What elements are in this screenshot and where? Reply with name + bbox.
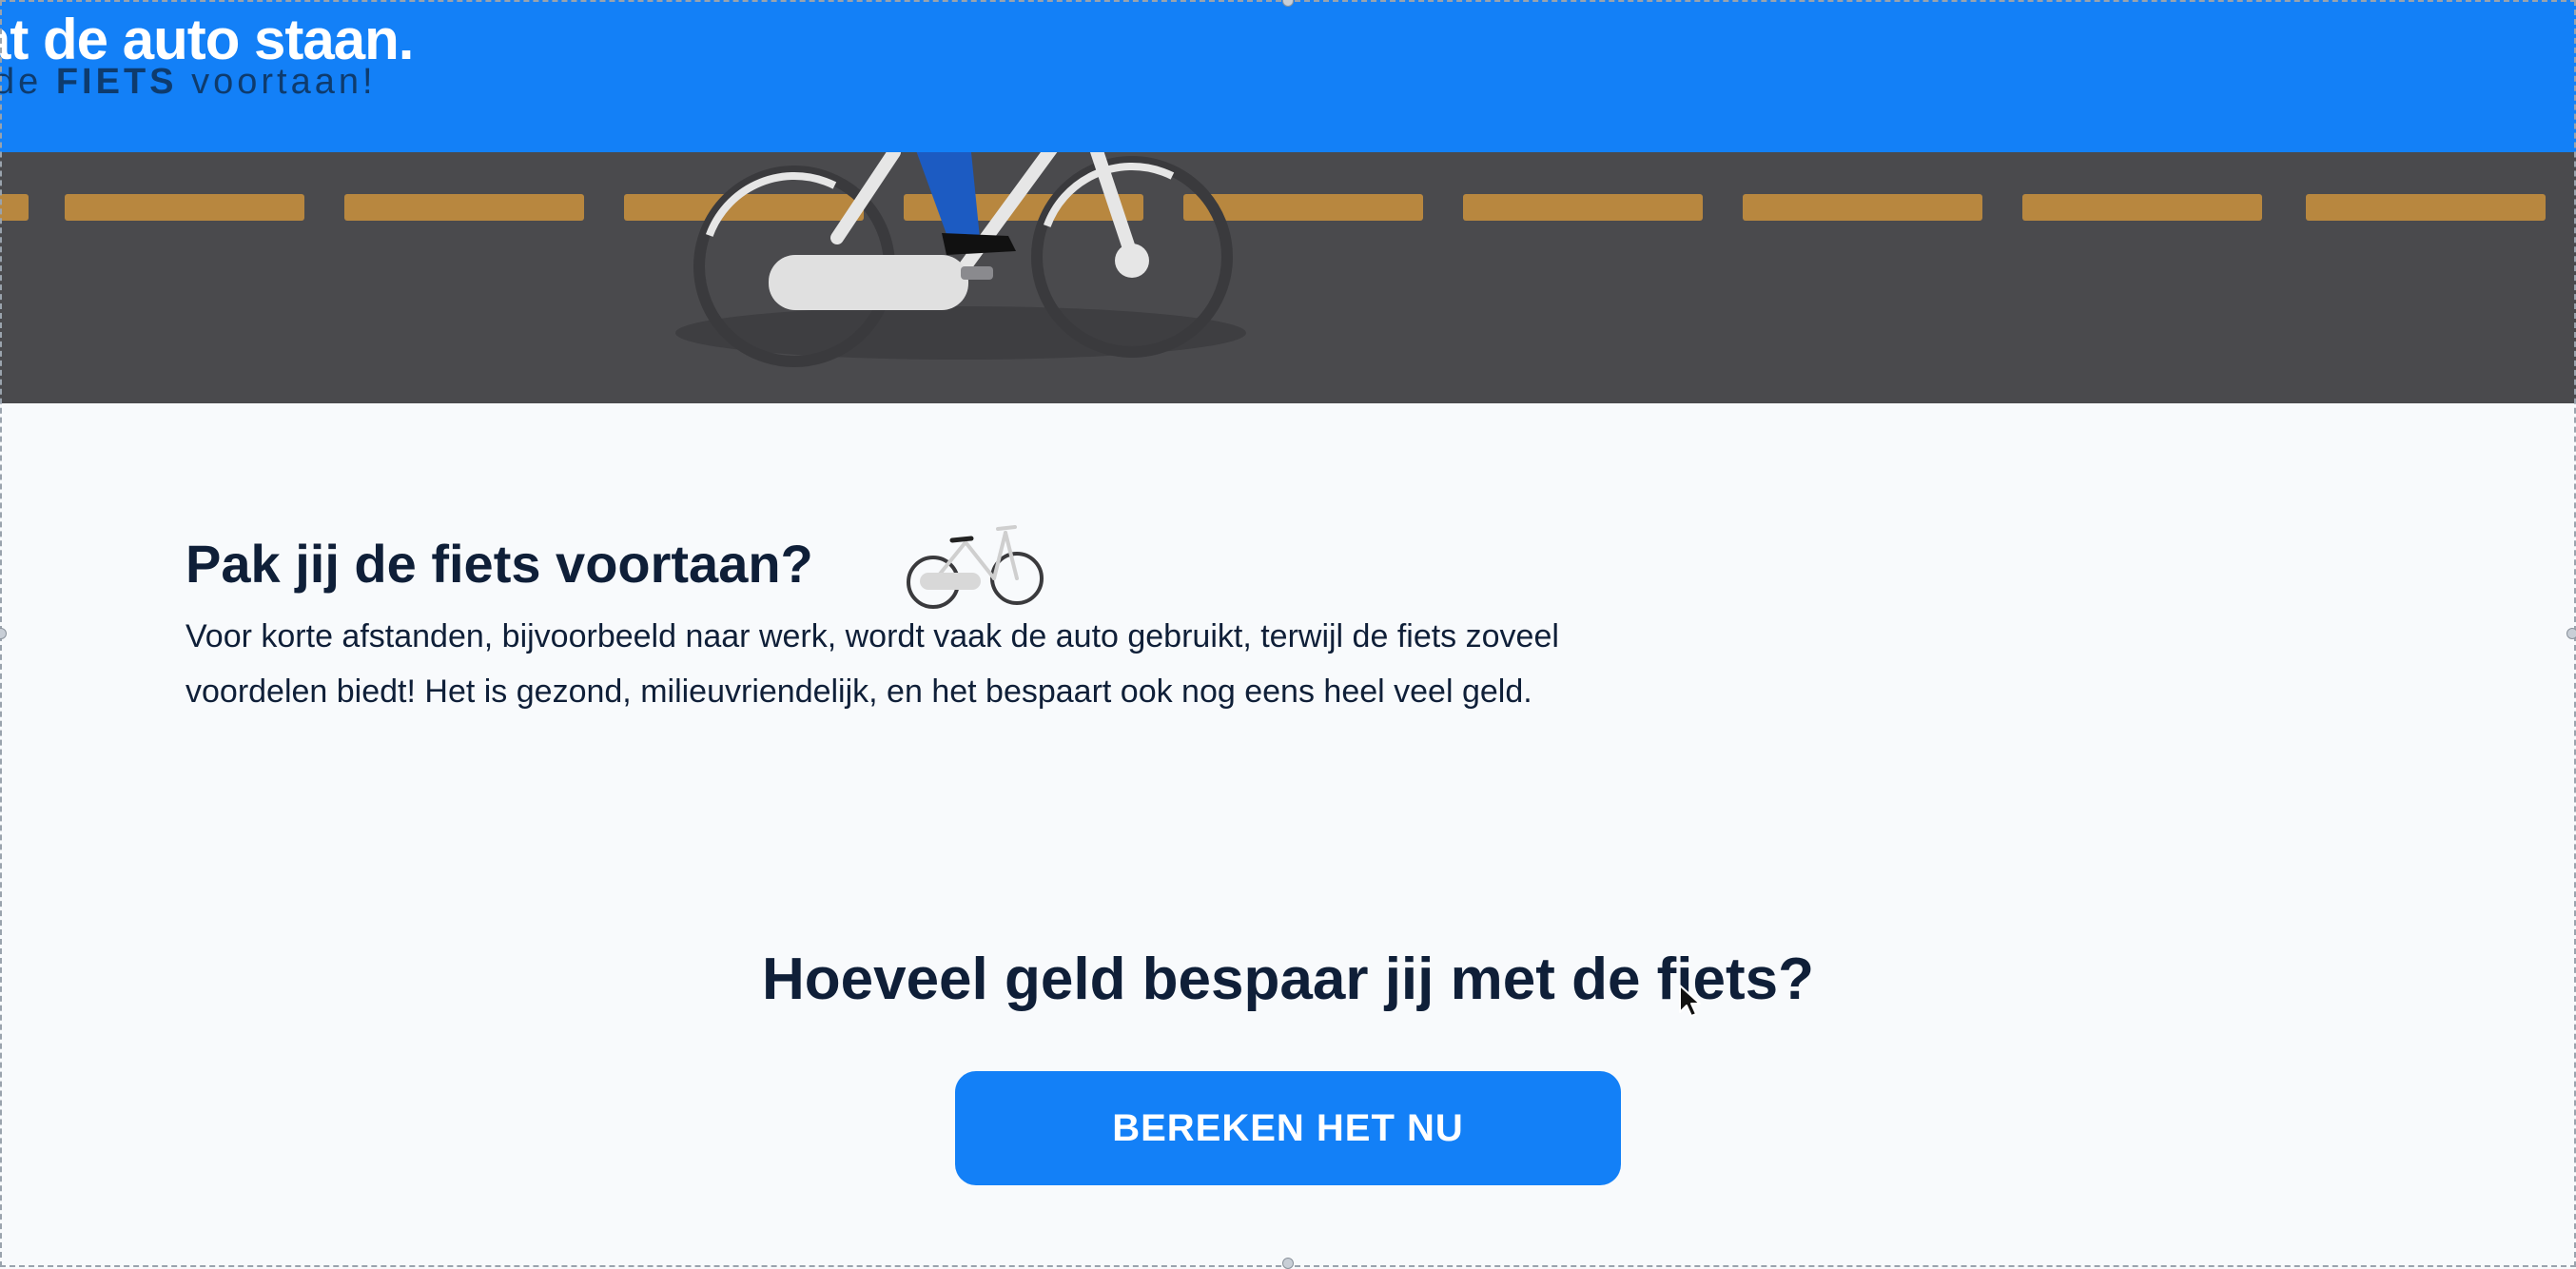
resize-handle-right[interactable]	[2566, 628, 2576, 639]
resize-handle-left[interactable]	[0, 628, 7, 639]
intro-paragraph: Voor korte afstanden, bijvoorbeeld naar …	[185, 618, 1559, 710]
banner-subline: de FIETS voortaan!	[0, 59, 377, 105]
road-illustration	[0, 152, 2576, 403]
intro-heading: Pak jij de fiets voortaan?	[185, 534, 813, 594]
bicycle-road-icon	[0, 152, 2546, 367]
banner-sub-prefix: de	[0, 62, 43, 102]
calculate-now-button[interactable]: BEREKEN HET NU	[955, 1071, 1621, 1185]
hero-banner: at de auto staan. de FIETS voortaan!	[0, 0, 2576, 152]
calculator-heading: Hoeveel geld bespaar jij met de fiets?	[761, 947, 1815, 1012]
resize-handle-bottom[interactable]	[1282, 1258, 1294, 1269]
banner-sub-bold: FIETS	[55, 62, 178, 102]
mouse-cursor-icon	[1679, 985, 1701, 1017]
bicycle-icon	[907, 525, 1044, 609]
banner-sub-suffix: voortaan!	[191, 62, 377, 102]
